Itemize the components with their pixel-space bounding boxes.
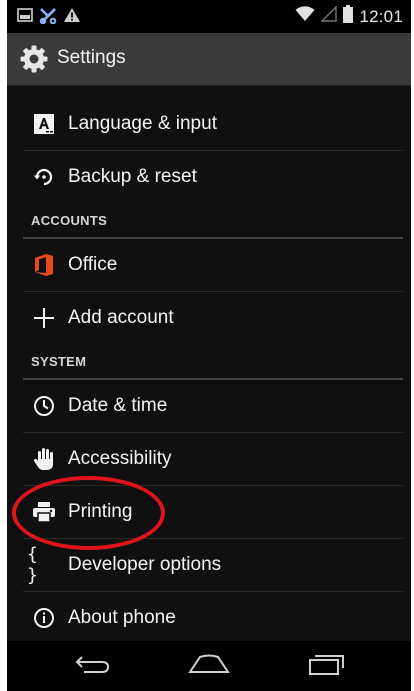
status-time: 12:01	[359, 6, 403, 26]
action-bar: Settings	[7, 33, 411, 86]
settings-item-about-phone[interactable]: About phone	[7, 592, 411, 644]
hand-icon	[31, 446, 57, 472]
info-icon	[31, 605, 57, 631]
status-bar: 12:01	[7, 0, 411, 33]
home-icon	[188, 653, 230, 680]
settings-item-label: Add account	[68, 307, 174, 328]
signal-icon	[320, 5, 338, 27]
settings-gear-icon[interactable]	[19, 44, 49, 74]
office-icon	[31, 252, 57, 278]
settings-item-label: Printing	[68, 501, 133, 522]
section-header-label: ACCOUNTS	[31, 213, 108, 228]
section-header-label: SYSTEM	[31, 354, 87, 369]
settings-item-label: Date & time	[68, 395, 168, 416]
restore-icon	[31, 164, 57, 190]
recents-button[interactable]	[297, 649, 357, 683]
keyboard-icon	[31, 111, 57, 137]
settings-item-label: Accessibility	[68, 448, 172, 469]
status-icons-left	[17, 6, 81, 29]
navigation-bar	[7, 641, 411, 691]
settings-item-add-account[interactable]: Add account	[7, 292, 411, 344]
home-button[interactable]	[179, 649, 239, 683]
wifi-icon	[295, 6, 315, 27]
settings-item-office[interactable]: Office	[7, 239, 411, 291]
tools-icon	[39, 6, 57, 29]
settings-item-label: About phone	[68, 607, 176, 628]
battery-icon	[343, 5, 354, 28]
settings-item-label: Backup & reset	[68, 166, 197, 187]
recents-icon	[307, 652, 347, 681]
page-title: Settings	[57, 47, 126, 68]
settings-item-printing[interactable]: Printing	[7, 486, 411, 538]
settings-item-label: Office	[68, 254, 118, 275]
android-settings-screen: 12:01 Settings Language & input Backup &…	[0, 0, 414, 691]
clock-icon	[31, 393, 57, 419]
settings-item-label: Developer options	[68, 554, 222, 575]
section-header-accounts: ACCOUNTS	[7, 203, 411, 239]
settings-item-label: Language & input	[68, 113, 217, 134]
back-icon	[74, 653, 112, 680]
status-icons-right: 12:01	[295, 0, 403, 33]
warning-icon	[63, 7, 81, 28]
printer-icon	[31, 499, 57, 525]
plus-icon	[31, 305, 57, 331]
settings-item-language-input[interactable]: Language & input	[7, 98, 411, 150]
back-button[interactable]	[63, 649, 123, 683]
screenshot-icon	[17, 7, 33, 27]
settings-item-date-time[interactable]: Date & time	[7, 380, 411, 432]
braces-icon: { }	[27, 544, 38, 586]
settings-item-developer-options[interactable]: { } Developer options	[7, 539, 411, 591]
section-header-system: SYSTEM	[7, 344, 411, 380]
settings-item-backup-reset[interactable]: Backup & reset	[7, 151, 411, 203]
settings-list: Language & input Backup & reset ACCOUNTS	[7, 86, 411, 641]
settings-item-accessibility[interactable]: Accessibility	[7, 433, 411, 485]
